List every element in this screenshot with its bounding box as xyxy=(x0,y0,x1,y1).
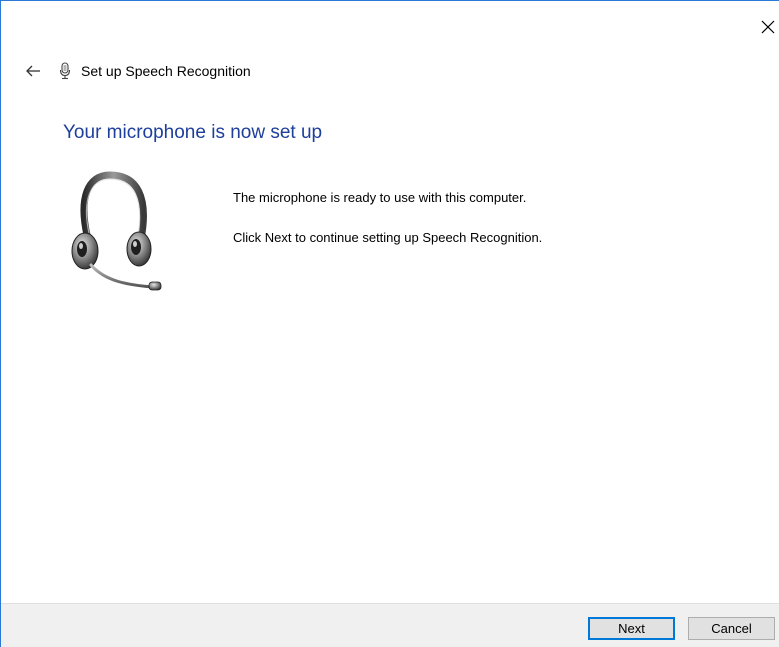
close-icon xyxy=(761,20,775,34)
back-button[interactable] xyxy=(21,59,45,83)
wizard-footer: Next Cancel xyxy=(1,603,779,647)
headset-icon xyxy=(65,169,165,293)
microphone-icon xyxy=(57,61,73,81)
wizard-title: Set up Speech Recognition xyxy=(81,63,251,79)
speech-setup-window: Set up Speech Recognition Your microphon… xyxy=(0,0,779,647)
next-button[interactable]: Next xyxy=(588,617,675,640)
page-heading: Your microphone is now set up xyxy=(63,122,323,143)
close-button[interactable] xyxy=(757,15,779,39)
status-message: The microphone is ready to use with this… xyxy=(233,190,527,205)
cancel-button[interactable]: Cancel xyxy=(688,617,775,640)
wizard-header: Set up Speech Recognition xyxy=(21,59,251,83)
back-arrow-icon xyxy=(26,65,40,77)
instruction-message: Click Next to continue setting up Speech… xyxy=(233,230,543,245)
